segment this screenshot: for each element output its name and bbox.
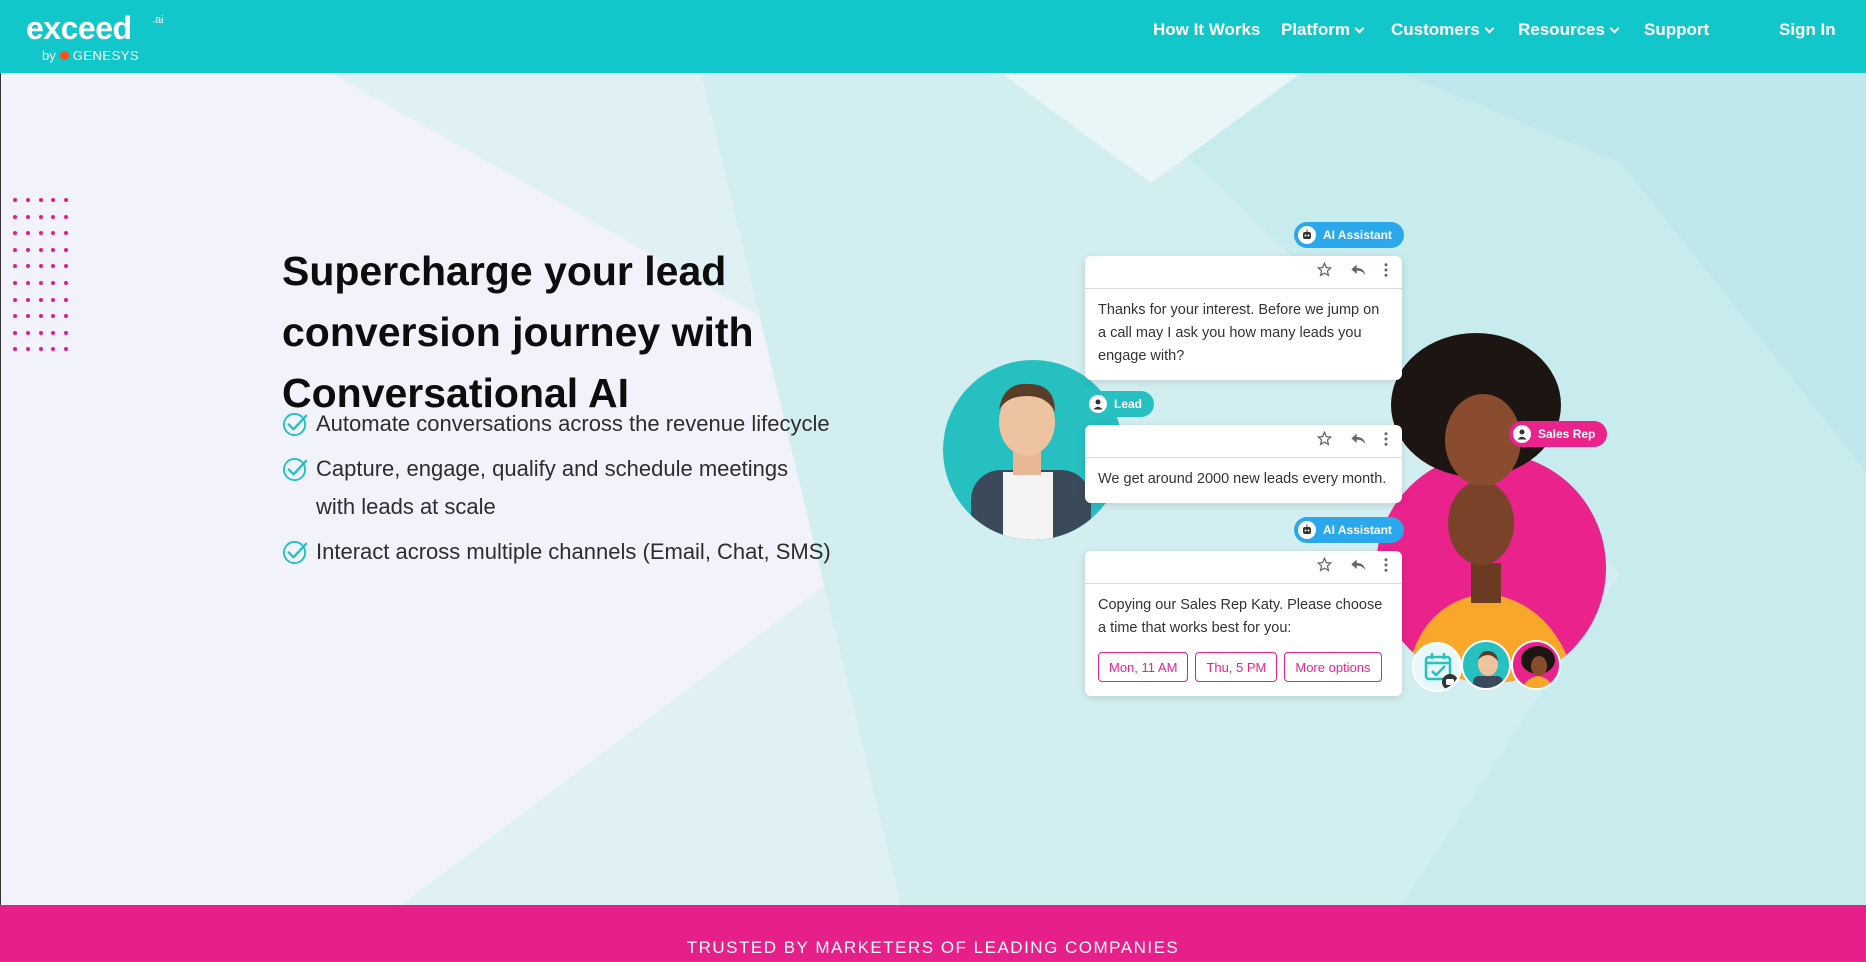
sales-rep-avatar	[1511, 640, 1561, 690]
star-icon[interactable]	[1316, 556, 1333, 577]
logo-byline: by GENESYS	[42, 48, 139, 63]
message-toolbar	[1085, 551, 1402, 584]
chat-message-card: Copying our Sales Rep Katy. Please choos…	[1085, 551, 1402, 696]
tag-label: AI Assistant	[1323, 228, 1392, 242]
feature-list: Automate conversations across the revenu…	[282, 405, 902, 578]
message-toolbar	[1085, 256, 1402, 289]
sales-rep-tag: Sales Rep	[1509, 421, 1608, 447]
user-icon	[1089, 395, 1107, 413]
feature-item: Automate conversations across the revenu…	[282, 405, 902, 443]
nav-platform[interactable]: Platform	[1281, 20, 1365, 40]
nav-label: Platform	[1281, 20, 1350, 39]
tag-label: Sales Rep	[1538, 427, 1596, 441]
more-vertical-icon[interactable]	[1384, 262, 1388, 282]
ai-assistant-tag: AI Assistant	[1294, 517, 1404, 543]
option-mon-11am-button[interactable]: Mon, 11 AM	[1098, 652, 1189, 682]
chevron-down-icon	[1354, 23, 1365, 33]
star-icon[interactable]	[1316, 261, 1333, 282]
reply-icon[interactable]	[1350, 432, 1366, 451]
message-text: Thanks for your interest. Before we jump…	[1098, 302, 1380, 364]
nav-support[interactable]: Support	[1644, 20, 1709, 40]
sign-in-label: Sign In	[1779, 20, 1836, 39]
chat-message-card: Thanks for your interest. Before we jump…	[1085, 256, 1402, 380]
star-icon[interactable]	[1316, 430, 1333, 451]
more-options-button[interactable]: More options	[1284, 652, 1382, 682]
reply-icon[interactable]	[1350, 558, 1366, 577]
check-circle-icon	[282, 540, 308, 565]
nav-label: How It Works	[1153, 20, 1261, 39]
tag-label: Lead	[1114, 397, 1143, 411]
logo-partner: GENESYS	[72, 48, 140, 63]
check-circle-icon	[282, 457, 308, 482]
tag-label: AI Assistant	[1323, 523, 1392, 537]
hero-headline: Supercharge your lead conversion journey…	[282, 248, 754, 416]
trusted-by-band: TRUSTED BY MARKETERS OF LEADING COMPANIE…	[0, 905, 1866, 962]
nav-label: Support	[1644, 20, 1710, 39]
reply-icon[interactable]	[1350, 263, 1366, 282]
message-toolbar	[1085, 425, 1402, 458]
nav-customers[interactable]: Customers	[1391, 20, 1495, 40]
nav-resources[interactable]: Resources	[1518, 20, 1620, 40]
lead-avatar	[1461, 640, 1511, 690]
check-circle-icon	[282, 412, 308, 437]
hero-section: Supercharge your lead conversion journey…	[0, 73, 1866, 905]
nav-label: Customers	[1391, 20, 1480, 39]
nav-how-it-works[interactable]: How It Works	[1153, 20, 1260, 40]
feature-item: Interact across multiple channels (Email…	[282, 533, 902, 571]
exceed-logo[interactable]: exceed .ai by GENESYS	[26, 12, 166, 64]
message-text: Copying our Sales Rep Katy. Please choos…	[1098, 597, 1383, 636]
decorative-dot-grid	[13, 198, 77, 358]
site-header: exceed .ai by GENESYS How It Works Platf…	[0, 0, 1866, 73]
feature-text: Automate conversations across the revenu…	[316, 411, 830, 436]
chevron-down-icon	[1609, 23, 1620, 33]
more-vertical-icon[interactable]	[1384, 557, 1388, 577]
option-thu-5pm-button[interactable]: Thu, 5 PM	[1195, 652, 1278, 682]
hero-background	[331, 73, 1866, 905]
genesys-mark-icon	[59, 51, 69, 60]
message-text: We get around 2000 new leads every month…	[1098, 471, 1387, 487]
trusted-by-heading: TRUSTED BY MARKETERS OF LEADING COMPANIE…	[686, 938, 1180, 957]
user-icon	[1513, 425, 1531, 443]
logo-wordmark: exceed	[26, 10, 132, 46]
sign-in-link[interactable]: Sign In	[1779, 20, 1836, 40]
meeting-options: Mon, 11 AM Thu, 5 PM More options	[1085, 652, 1402, 696]
lead-tag: Lead	[1085, 391, 1155, 417]
feature-text: Capture, engage, qualify and schedule me…	[316, 456, 789, 519]
logo-suffix: .ai	[152, 14, 164, 26]
robot-icon	[1298, 521, 1316, 539]
feature-item: Capture, engage, qualify and schedule me…	[282, 450, 822, 526]
calendar-bot-avatar	[1412, 642, 1462, 692]
logo-by-text: by	[42, 48, 56, 63]
chat-message-card: We get around 2000 new leads every month…	[1085, 425, 1402, 503]
feature-text: Interact across multiple channels (Email…	[316, 539, 831, 564]
nav-label: Resources	[1518, 20, 1605, 39]
robot-icon	[1298, 226, 1316, 244]
chevron-down-icon	[1484, 23, 1495, 33]
ai-assistant-tag: AI Assistant	[1294, 222, 1404, 248]
more-vertical-icon[interactable]	[1384, 431, 1388, 451]
